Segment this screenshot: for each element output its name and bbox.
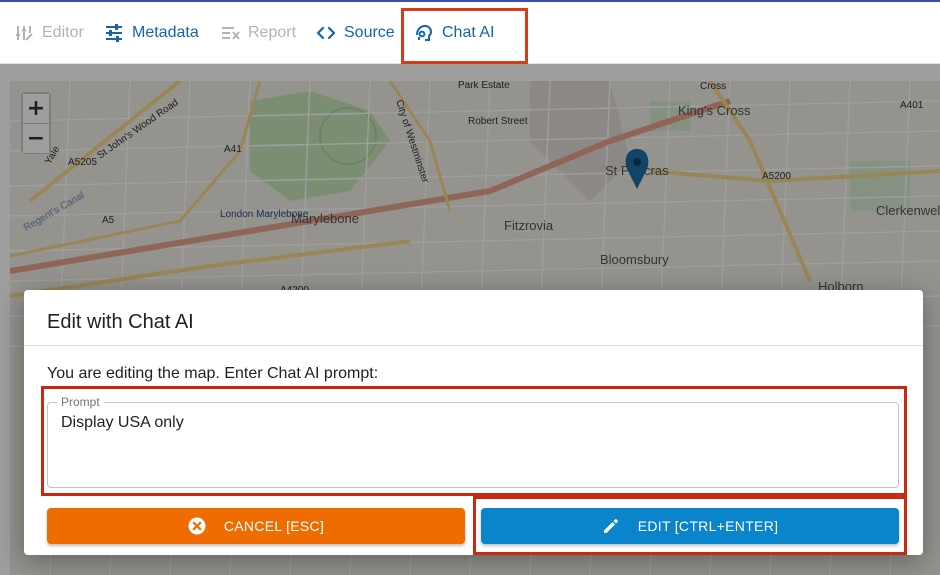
cancel-button-label: CANCEL [ESC] <box>223 518 325 534</box>
code-icon <box>316 26 336 40</box>
dialog-title: Edit with Chat AI <box>47 311 194 333</box>
tab-report-label: Report <box>248 24 297 41</box>
tab-source-label: Source <box>344 24 395 41</box>
tab-editor-label: Editor <box>42 24 84 41</box>
dialog-description: You are editing the map. Enter Chat AI p… <box>47 365 379 382</box>
tune-icon <box>106 24 122 42</box>
tab-metadata[interactable]: Metadata <box>104 16 199 50</box>
cancel-circle-icon <box>188 517 206 535</box>
tab-source[interactable]: Source <box>316 16 395 50</box>
tab-metadata-label: Metadata <box>132 24 199 41</box>
prompt-highlight <box>41 386 907 496</box>
editor-icon <box>16 26 33 41</box>
tab-editor[interactable]: Editor <box>14 16 84 50</box>
cancel-button[interactable]: CANCEL [ESC] <box>47 508 465 544</box>
chat-ai-tab-highlight <box>401 8 528 64</box>
dialog-divider <box>24 345 923 346</box>
tab-report[interactable]: Report <box>220 16 296 50</box>
report-icon <box>222 27 240 40</box>
edit-button-highlight <box>473 496 907 555</box>
